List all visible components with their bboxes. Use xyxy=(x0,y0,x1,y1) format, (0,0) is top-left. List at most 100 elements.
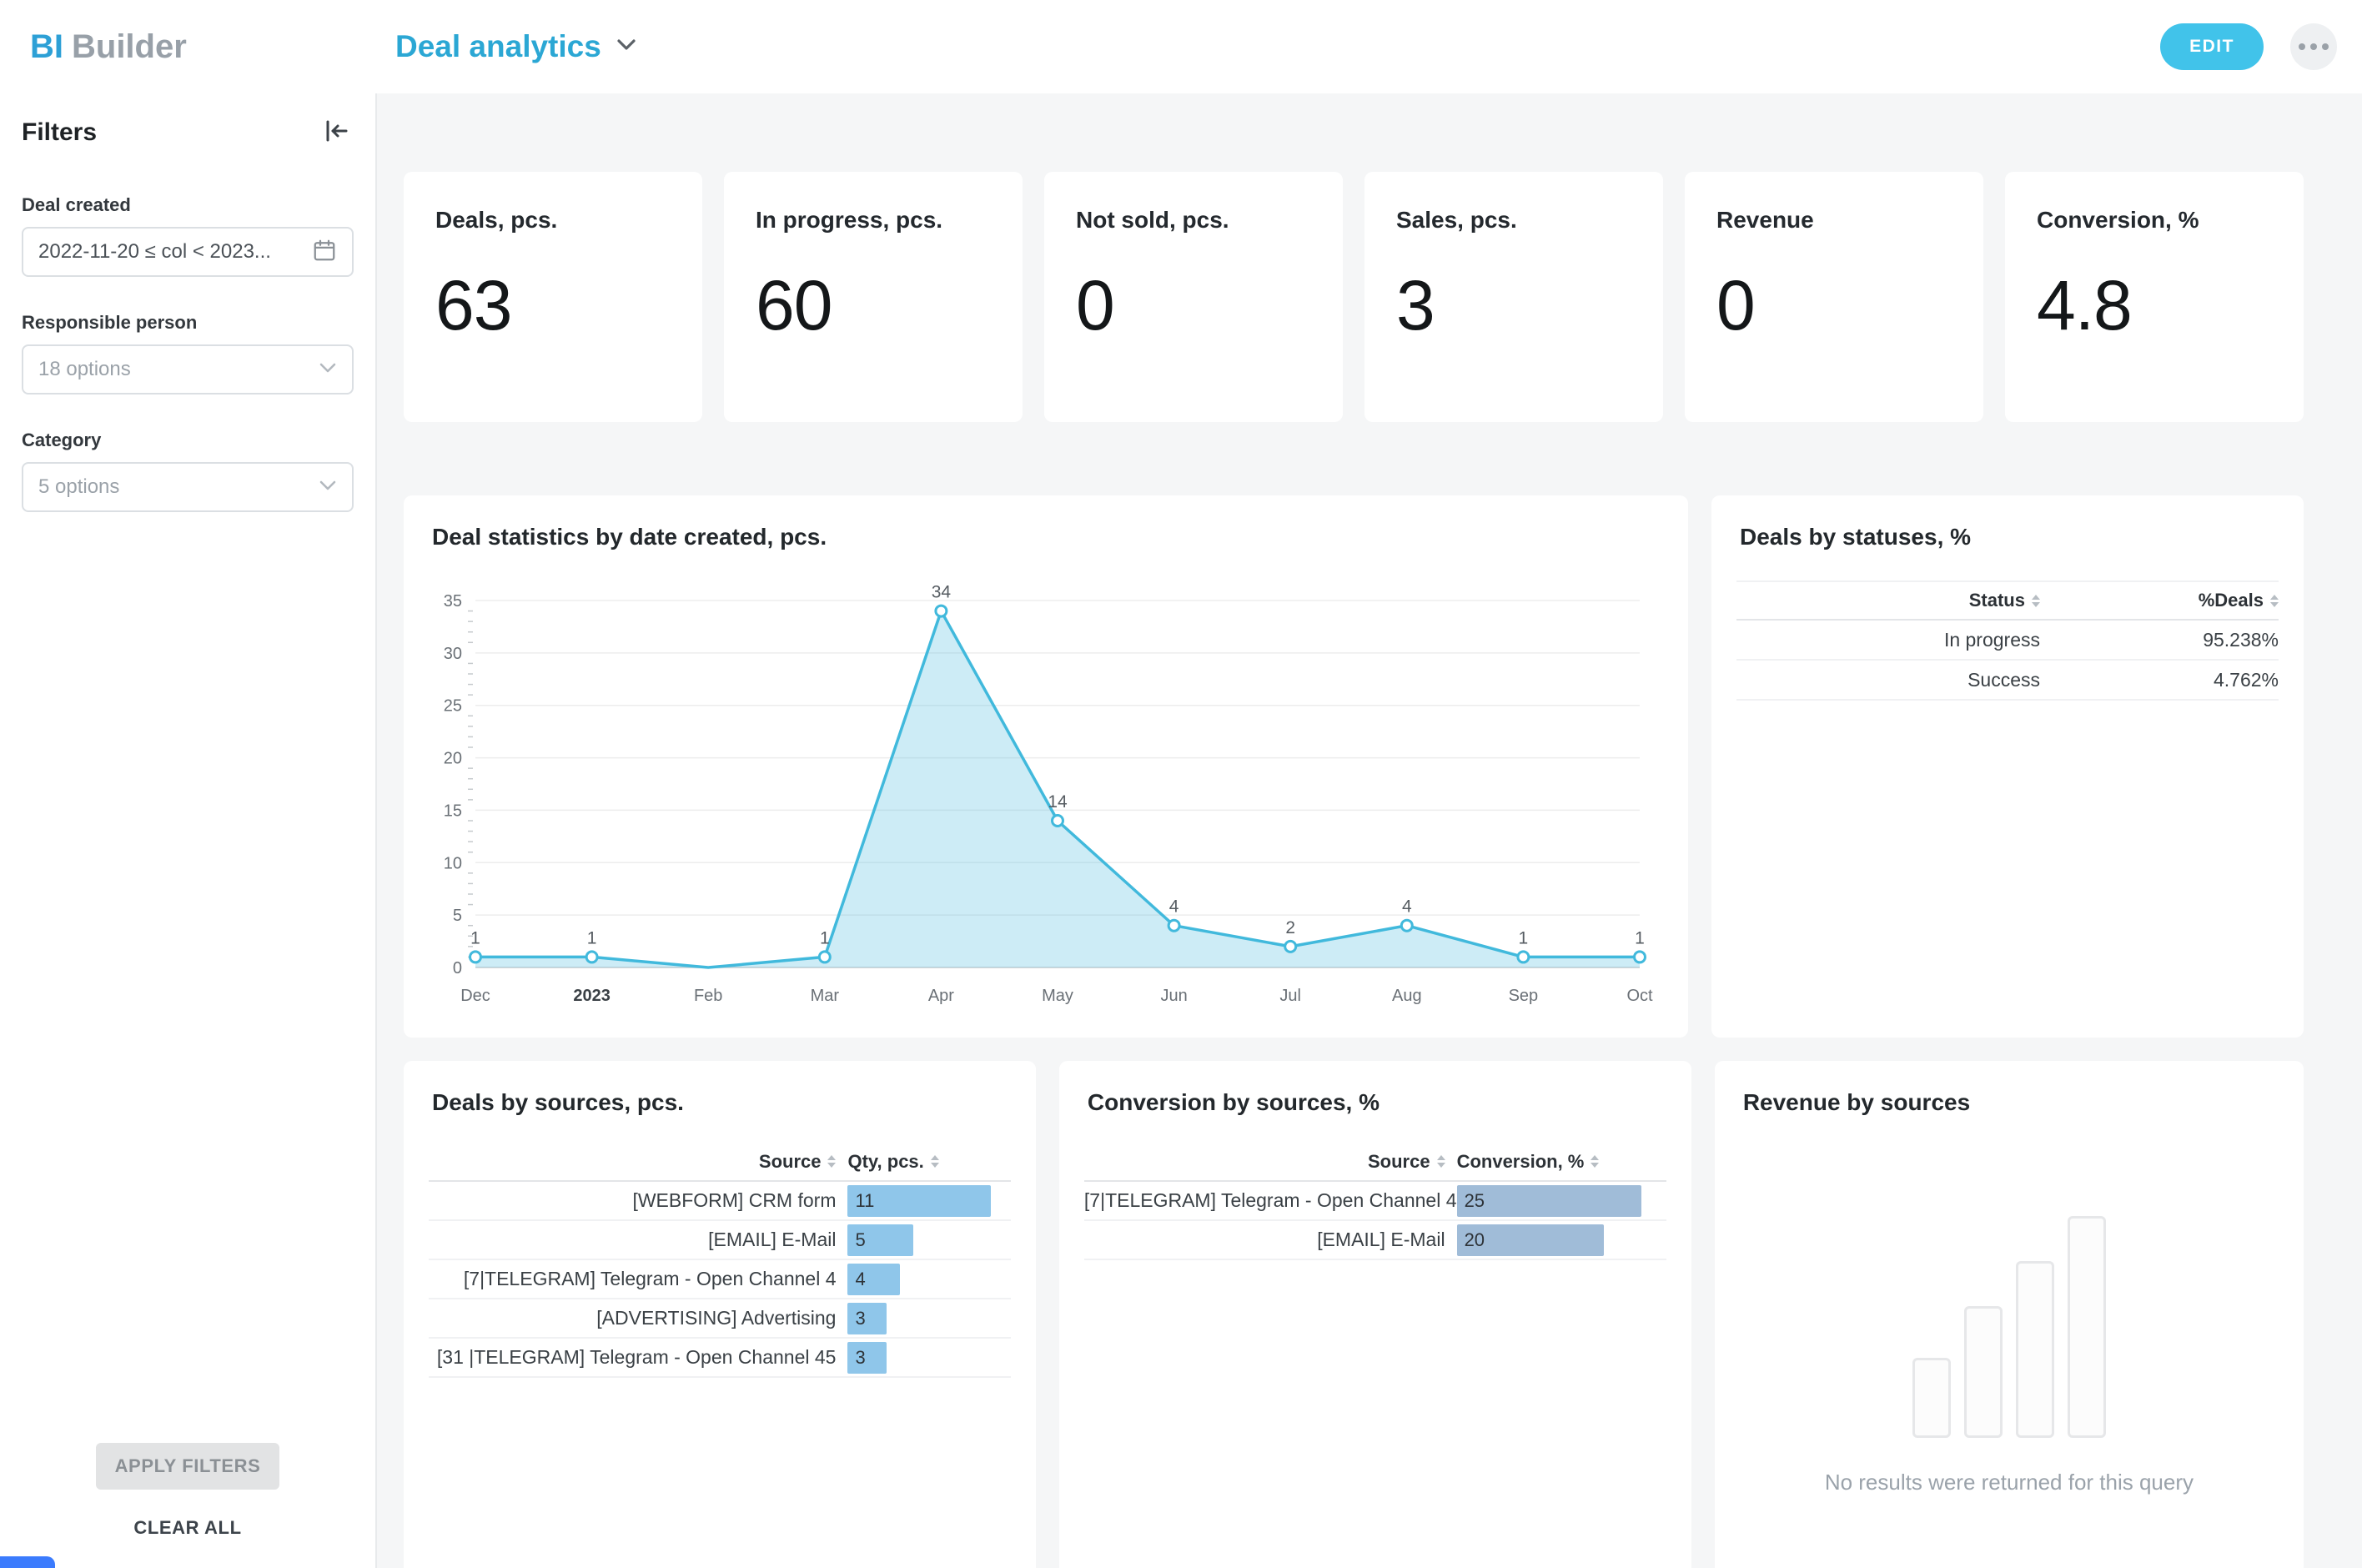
bar-value: 5 xyxy=(847,1229,865,1251)
table-row: [7|TELEGRAM] Telegram - Open Channel 4 4 xyxy=(429,1260,1011,1299)
kpi-label: Not sold, pcs. xyxy=(1076,207,1311,234)
column-header-label: Status xyxy=(1969,590,2025,611)
bar-area: 5 xyxy=(847,1224,1010,1256)
kpi-card-sales: Sales, pcs. 3 xyxy=(1364,172,1663,422)
svg-text:Oct: Oct xyxy=(1626,987,1653,1005)
bi-builder-dashboard: BI Builder Deal analytics EDIT Filters xyxy=(0,0,2362,1568)
svg-text:May: May xyxy=(1042,987,1073,1005)
column-header-status[interactable]: Status xyxy=(1736,590,2040,611)
kpi-value: 0 xyxy=(1716,265,1952,346)
column-header-source[interactable]: Source xyxy=(1084,1151,1457,1173)
calendar-icon xyxy=(312,238,337,267)
content-row: Filters Deal created 2022-11-20 ≤ col < … xyxy=(0,93,2362,1568)
bar: 25 xyxy=(1457,1185,1641,1217)
category-select[interactable]: 5 options xyxy=(22,462,354,512)
svg-text:30: 30 xyxy=(444,645,462,663)
row-sources: Deals by sources, pcs. Source Qty, pcs. xyxy=(404,1061,2304,1568)
responsible-person-select[interactable]: 18 options xyxy=(22,344,354,395)
kpi-label: Revenue xyxy=(1716,207,1952,234)
deals-by-sources-table: Source Qty, pcs. [WEBFORM] CRM form 11 xyxy=(429,1143,1011,1378)
filters-sidebar: Filters Deal created 2022-11-20 ≤ col < … xyxy=(0,93,377,1568)
revenue-by-sources-panel: Revenue by sources No results were retur… xyxy=(1715,1061,2304,1568)
app-logo: BI Builder xyxy=(0,28,377,66)
svg-text:1: 1 xyxy=(587,928,597,947)
source-label: [7|TELEGRAM] Telegram - Open Channel 4 xyxy=(429,1268,847,1290)
kpi-card-revenue: Revenue 0 xyxy=(1685,172,1983,422)
kpi-value: 0 xyxy=(1076,265,1311,346)
svg-text:Jun: Jun xyxy=(1160,987,1187,1005)
svg-text:Jul: Jul xyxy=(1279,987,1301,1005)
kpi-value: 3 xyxy=(1396,265,1631,346)
bar: 3 xyxy=(847,1342,887,1374)
svg-text:10: 10 xyxy=(444,854,462,872)
deals-by-sources-panel: Deals by sources, pcs. Source Qty, pcs. xyxy=(404,1061,1036,1568)
bar: 11 xyxy=(847,1185,991,1217)
bar-area: 11 xyxy=(847,1185,1010,1217)
statuses-table: Status %Deals In progress 95.238% xyxy=(1736,580,2279,701)
sort-icon[interactable] xyxy=(931,1155,939,1168)
filter-field-deal-created: Deal created 2022-11-20 ≤ col < 2023... xyxy=(22,194,354,277)
column-header-label: Qty, pcs. xyxy=(847,1151,923,1173)
svg-text:5: 5 xyxy=(453,907,462,925)
bar-area: 4 xyxy=(847,1264,1010,1295)
clear-all-button[interactable]: CLEAR ALL xyxy=(128,1516,246,1540)
bar-value: 11 xyxy=(847,1190,874,1212)
bar-value: 20 xyxy=(1457,1229,1485,1251)
column-header-source[interactable]: Source xyxy=(429,1151,847,1173)
bar: 20 xyxy=(1457,1224,1605,1256)
source-label: [31 |TELEGRAM] Telegram - Open Channel 4… xyxy=(429,1346,847,1369)
column-header-conversion[interactable]: Conversion, % xyxy=(1457,1151,1600,1173)
svg-text:34: 34 xyxy=(932,583,952,602)
bar-value: 3 xyxy=(847,1308,865,1329)
column-header-qty[interactable]: Qty, pcs. xyxy=(847,1151,938,1173)
empty-chart-illustration xyxy=(1912,1216,2106,1438)
responsible-person-label: Responsible person xyxy=(22,312,354,334)
column-header-deals-percent[interactable]: %Deals xyxy=(2040,590,2279,611)
chat-widget-cutoff[interactable] xyxy=(0,1556,55,1568)
svg-text:0: 0 xyxy=(453,959,462,977)
status-cell: Success xyxy=(1736,669,2040,691)
responsible-person-value: 18 options xyxy=(38,358,131,381)
collapse-panel-icon xyxy=(322,133,350,146)
status-cell: In progress xyxy=(1736,629,2040,651)
chevron-down-icon xyxy=(319,362,337,378)
bar-area: 3 xyxy=(847,1303,1010,1334)
svg-text:25: 25 xyxy=(444,697,462,716)
conversion-by-sources-panel: Conversion by sources, % Source Conversi… xyxy=(1059,1061,1691,1568)
sort-icon[interactable] xyxy=(827,1155,836,1168)
apply-filters-button[interactable]: APPLY FILTERS xyxy=(96,1443,279,1490)
collapse-sidebar-button[interactable] xyxy=(319,115,354,149)
svg-text:14: 14 xyxy=(1048,792,1068,812)
sort-icon[interactable] xyxy=(1437,1155,1445,1168)
deal-created-input[interactable]: 2022-11-20 ≤ col < 2023... xyxy=(22,227,354,277)
bar: 3 xyxy=(847,1303,887,1334)
category-value: 5 options xyxy=(38,475,119,499)
edit-button[interactable]: EDIT xyxy=(2160,23,2264,70)
deal-statistics-panel: Deal statistics by date created, pcs. 05… xyxy=(404,495,1688,1038)
table-row: [7|TELEGRAM] Telegram - Open Channel 4 2… xyxy=(1084,1182,1666,1221)
filters-header: Filters xyxy=(22,115,354,149)
chevron-down-icon xyxy=(616,38,636,55)
conversion-by-sources-table: Source Conversion, % [7|TELEGRAM] Telegr… xyxy=(1084,1143,1666,1260)
column-header-label: %Deals xyxy=(2199,590,2264,611)
source-label: [EMAIL] E-Mail xyxy=(429,1229,847,1251)
logo-bi: BI xyxy=(30,28,63,66)
svg-text:35: 35 xyxy=(444,592,462,611)
svg-text:2: 2 xyxy=(1285,918,1295,937)
sort-icon[interactable] xyxy=(1591,1155,1599,1168)
sort-icon[interactable] xyxy=(2270,595,2279,607)
svg-text:Feb: Feb xyxy=(694,987,722,1005)
bar-area: 20 xyxy=(1457,1224,1666,1256)
svg-text:1: 1 xyxy=(470,928,480,947)
sort-icon[interactable] xyxy=(2032,595,2040,607)
more-options-button[interactable] xyxy=(2290,23,2337,70)
kpi-value: 63 xyxy=(435,265,671,346)
percent-cell: 4.762% xyxy=(2040,669,2279,691)
dashboard-title-dropdown[interactable]: Deal analytics xyxy=(395,29,636,64)
row-charts: Deal statistics by date created, pcs. 05… xyxy=(404,495,2304,1038)
line-chart-svg: 05101520253035111341442411Dec2023FebMarA… xyxy=(429,560,1663,1011)
filter-field-responsible-person: Responsible person 18 options xyxy=(22,312,354,395)
svg-text:20: 20 xyxy=(444,750,462,768)
svg-text:Mar: Mar xyxy=(811,987,840,1005)
filter-field-category: Category 5 options xyxy=(22,430,354,512)
